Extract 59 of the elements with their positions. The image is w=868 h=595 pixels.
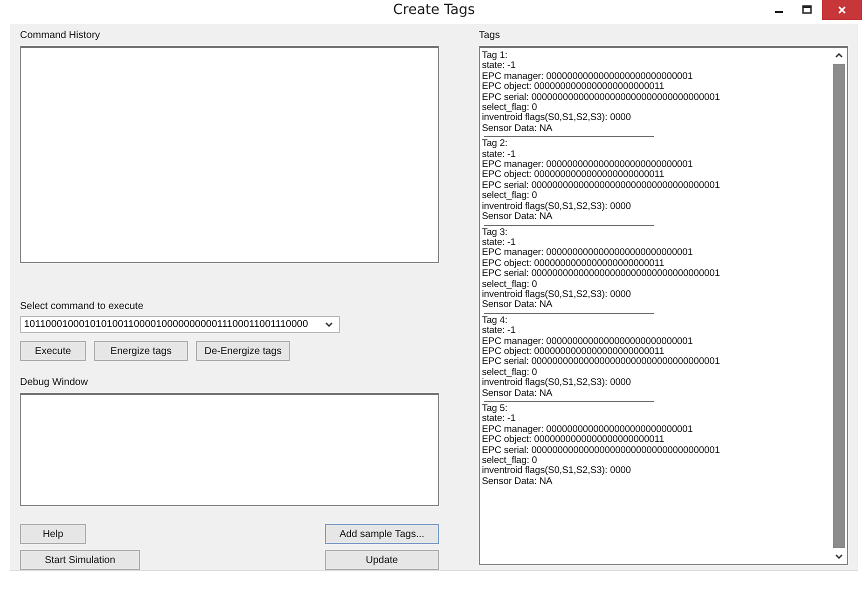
command-button[interactable]: De-Energize tags — [196, 341, 290, 361]
tags-label: Tags — [478, 30, 500, 41]
tag-text-line: state: -1 — [482, 326, 516, 337]
tag-text-line: EPC serial: 000000000000000000000000000000000001 — [482, 180, 720, 191]
tag-text-line: EPC object: 0000000000000000000000011 — [482, 346, 664, 357]
action-button[interactable]: Help — [20, 524, 86, 544]
tag-text-line: EPC manager: 0000000000000000000000000001 — [482, 248, 693, 259]
scroll-thumb[interactable] — [833, 64, 845, 548]
tag-text-line: state: -1 — [482, 414, 516, 425]
tag-text-line: state: -1 — [482, 150, 516, 160]
action-button[interactable]: Add sample Tags... — [324, 524, 439, 544]
action-button[interactable]: Start Simulation — [20, 550, 140, 570]
tag-text-line: select_flag: 0 — [482, 280, 538, 290]
tag-text-line: Tag 1: — [482, 51, 508, 62]
scroll-up-icon[interactable] — [835, 52, 843, 58]
tag-text-line: Tag 3: — [482, 228, 508, 238]
tag-text-line: select_flag: 0 — [482, 103, 538, 114]
tag-text-line: EPC serial: 000000000000000000000000000000000001 — [482, 92, 720, 103]
action-button[interactable]: Update — [324, 550, 439, 570]
scroll-down-icon[interactable] — [835, 554, 843, 560]
tag-text-line: Sensor Data: NA — [482, 388, 552, 399]
window-title: Create Tags — [393, 2, 475, 18]
tag-text-line: Tag 2: — [482, 139, 508, 150]
tag-text-line: inventroid flags(S0,S1,S2,S3): 0000 — [482, 378, 631, 389]
tag-text-line: EPC serial: 000000000000000000000000000000000001 — [482, 446, 720, 456]
tag-text-line: inventroid flags(S0,S1,S2,S3): 0000 — [482, 113, 631, 124]
tag-text-line: EPC serial: 000000000000000000000000000000000001 — [482, 269, 720, 280]
close-icon[interactable] — [822, 0, 862, 20]
command-button[interactable]: Energize tags — [94, 341, 188, 361]
tag-text-line: Sensor Data: NA — [482, 124, 552, 134]
tag-text-line: EPC object: 0000000000000000000000011 — [482, 170, 664, 181]
tag-text-line: Sensor Data: NA — [482, 212, 552, 222]
tag-text-line: EPC manager: 0000000000000000000000000001 — [482, 72, 693, 82]
tag-text-line: EPC manager: 0000000000000000000000000001 — [482, 424, 693, 435]
command-button[interactable]: Execute — [20, 341, 86, 361]
tag-text-line: EPC object: 0000000000000000000000011 — [482, 82, 664, 93]
tag-text-line: EPC object: 0000000000000000000000011 — [482, 258, 664, 269]
tag-text-line: EPC serial: 000000000000000000000000000000000001 — [482, 357, 720, 368]
tag-text-line: EPC object: 0000000000000000000000011 — [482, 435, 664, 446]
tag-text-line: inventroid flags(S0,S1,S2,S3): 0000 — [482, 202, 631, 212]
tag-text-line: EPC manager: 0000000000000000000000000001 — [482, 160, 693, 170]
caret-icon — [325, 322, 333, 328]
debug-window-label: Debug Window — [20, 377, 88, 388]
tag-text-line: inventroid flags(S0,S1,S2,S3): 0000 — [482, 290, 631, 300]
tag-text-line: state: -1 — [482, 238, 516, 248]
tags-textbox[interactable] — [478, 46, 848, 565]
tag-text-line: select_flag: 0 — [482, 456, 538, 466]
command-dropdown[interactable]: 1011000100010101001100001000000000011100011001110000 — [20, 316, 340, 333]
tag-text-line: state: -1 — [482, 61, 516, 72]
tag-text-line: inventroid flags(S0,S1,S2,S3): 0000 — [482, 466, 631, 477]
tag-text-line: Sensor Data: NA — [482, 300, 552, 311]
select-command-label: Select command to execute — [20, 301, 144, 312]
tag-text-line: EPC manager: 0000000000000000000000000001 — [482, 336, 693, 347]
tag-text-line: Tag 5: — [482, 404, 508, 414]
tag-text-line: select_flag: 0 — [482, 191, 538, 202]
tag-text-line: select_flag: 0 — [482, 368, 538, 378]
tag-text-line: Tag 4: — [482, 316, 508, 326]
command-history-label: Command History — [20, 30, 100, 41]
tag-text-line: Sensor Data: NA — [482, 476, 552, 488]
